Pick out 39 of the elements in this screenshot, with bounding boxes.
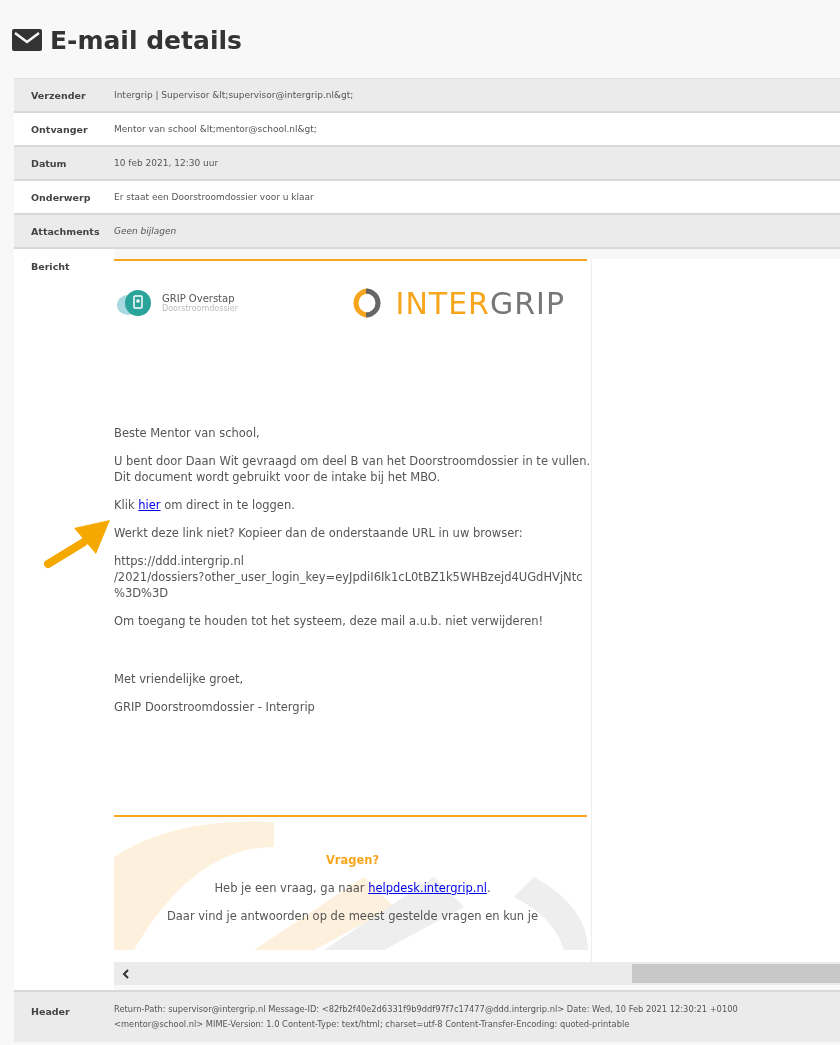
field-label: Verzender	[30, 89, 87, 101]
field-label: Onderwerp	[30, 191, 92, 203]
chevron-left-icon[interactable]	[122, 968, 130, 979]
page-title: E-mail details	[50, 25, 242, 55]
field-label: Bericht	[14, 249, 114, 990]
field-label: Header	[30, 1005, 71, 1019]
field-value: Mentor van school &lt;mentor@school.nl&gt;	[114, 124, 317, 134]
horizontal-scrollbar[interactable]	[114, 962, 840, 985]
brand-name: GRIP Overstap	[162, 293, 235, 304]
closing-text: Met vriendelijke groet,	[114, 671, 245, 687]
url-text: /2021/dossiers?other_user_login_key=eyJpdiI6Ik1cL0tBZ1k5WHBzejd4UGdHVjNtc	[114, 570, 583, 584]
scrollbar-thumb[interactable]	[632, 964, 840, 983]
greeting-text: Beste Mentor van school,	[114, 425, 261, 441]
signature-text: GRIP Doorstroomdossier - Intergrip	[114, 699, 316, 715]
helpdesk-link[interactable]: helpdesk.intergrip.nl	[368, 881, 487, 895]
help-text: Daar vind je antwoorden op de meest gestelde vragen en kun je	[165, 909, 540, 923]
fallback-text: Werkt deze link niet? Kopieer dan de onderstaande URL in uw browser:	[114, 525, 524, 541]
notice-text: Om toegang te houden tot het systeem, deze mail a.u.b. niet verwijderen!	[114, 613, 545, 629]
header-text: Return-Path: supervisor@intergrip.nl Message-ID: <82fb2f40e2d6331f9b9ddf97f7c17477@ddd.intergrip.nl> Date: Wed, 10 Feb 2021 12:30:21 +0100	[114, 1003, 738, 1016]
brand-subtitle: Doorstroomdossier	[162, 304, 238, 313]
header-text: <mentor@school.nl> MIME-Version: 1.0 Content-Type: text/html; charset=utf-8 Content-Transfer-Encoding: quoted-printable	[114, 1018, 631, 1031]
url-text: https://ddd.intergrip.nl	[114, 554, 245, 568]
help-text: Heb je een vraag, ga naar	[214, 881, 366, 895]
field-value: 10 feb 2021, 12:30 uur	[114, 158, 219, 168]
login-link[interactable]: hier	[138, 498, 161, 512]
field-label: Ontvanger	[30, 123, 89, 135]
envelope-icon	[12, 29, 42, 51]
field-value: Intergrip | Supervisor &lt;supervisor@intergrip.nl&gt;	[114, 90, 354, 100]
intro-text: U bent door Daan Wit gevraagd om deel B van het Doorstroomdossier in te vullen. Dit document wordt gebruikt voor de intake bij het MBO.	[114, 453, 591, 485]
login-text: Klik	[114, 498, 136, 512]
field-label: Datum	[30, 157, 68, 169]
field-value: Er staat een Doorstroomdossier voor u klaar	[114, 192, 314, 202]
help-text: .	[486, 881, 491, 895]
field-value: Geen bijlagen	[114, 226, 177, 236]
brand-wordmark: INTERGRIP	[395, 285, 565, 321]
login-text: om direct in te loggen.	[163, 498, 295, 512]
field-label: Attachments	[30, 225, 101, 237]
url-text: %3D%3D	[114, 586, 169, 600]
footer-title: Vragen?	[324, 853, 381, 867]
